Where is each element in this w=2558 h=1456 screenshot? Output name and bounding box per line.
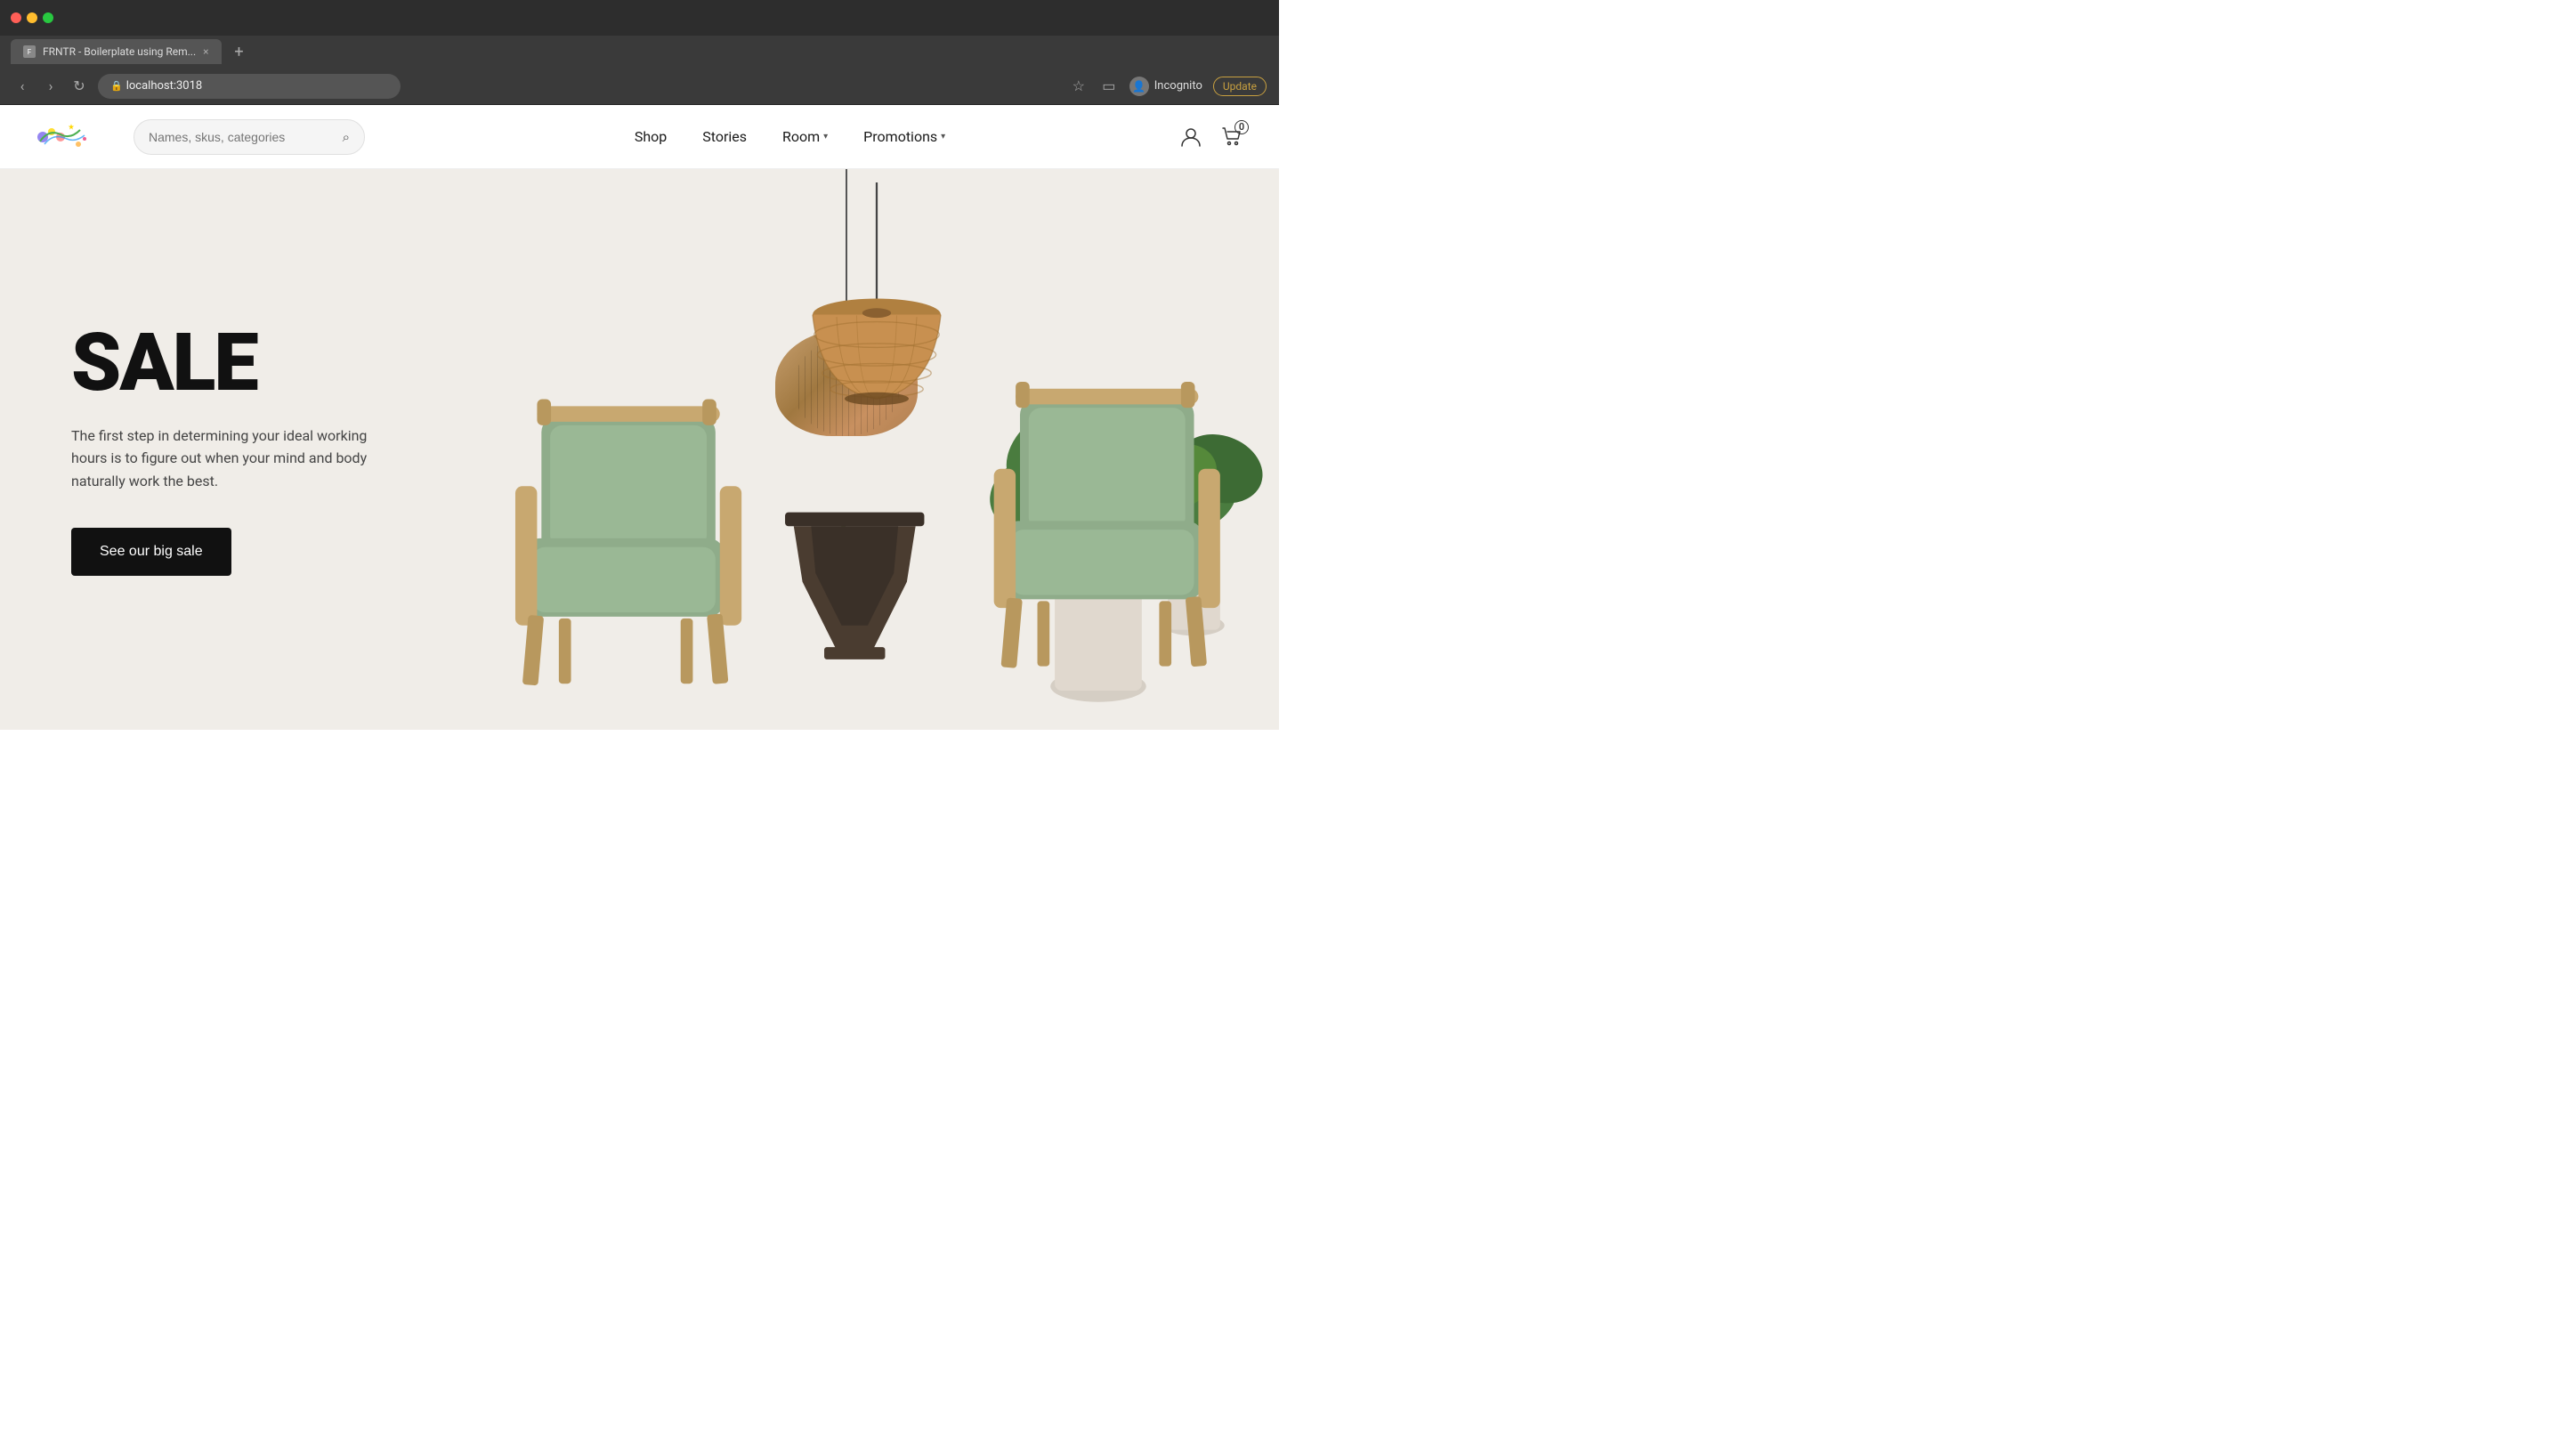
nav-shop[interactable]: Shop [635, 128, 667, 145]
incognito-button[interactable]: 👤 Incognito [1129, 77, 1202, 96]
hero-subtitle: The first step in determining your ideal… [71, 425, 374, 493]
furniture-scene [448, 169, 1279, 730]
tab-title: FRNTR - Boilerplate using Rem... [43, 45, 196, 58]
hero-title: SALE [71, 323, 374, 403]
nav-actions: 0 [1179, 125, 1243, 149]
nav-links: Shop Stories Room ▾ Promotions ▾ [401, 128, 1179, 145]
side-table [785, 513, 924, 659]
hero-image [448, 169, 1279, 730]
site-navigation: ⌕ Shop Stories Room ▾ Promotions ▾ [0, 105, 1279, 169]
forward-button[interactable]: › [41, 77, 61, 96]
incognito-label: Incognito [1154, 79, 1202, 93]
maximize-window-button[interactable] [43, 12, 53, 23]
promotions-dropdown-arrow: ▾ [941, 132, 945, 142]
update-button[interactable]: Update [1213, 77, 1267, 96]
address-bar: ‹ › ↻ 🔒 localhost:3018 ☆ ▭ 👤 Incognito U… [0, 68, 1279, 105]
site-logo[interactable] [36, 119, 107, 155]
close-window-button[interactable] [11, 12, 21, 23]
website-content: ⌕ Shop Stories Room ▾ Promotions ▾ [0, 105, 1279, 730]
search-bar[interactable]: ⌕ [134, 119, 365, 155]
logo-graphic [36, 119, 89, 155]
tab-favicon: F [23, 45, 36, 58]
hero-content: SALE The first step in determining your … [0, 270, 445, 630]
account-icon [1179, 125, 1202, 149]
chair-left [515, 400, 741, 686]
search-icon: ⌕ [343, 129, 350, 145]
active-tab[interactable]: F FRNTR - Boilerplate using Rem... × [11, 39, 222, 64]
incognito-icon: 👤 [1129, 77, 1149, 96]
hero-section: SALE The first step in determining your … [0, 169, 1279, 730]
room-dropdown-arrow: ▾ [823, 132, 828, 142]
nav-stories[interactable]: Stories [702, 128, 747, 145]
bookmark-button[interactable]: ☆ [1069, 77, 1089, 96]
back-button[interactable]: ‹ [12, 77, 32, 96]
pendant-lamp-svg [797, 169, 957, 436]
lock-icon: 🔒 [110, 80, 123, 92]
new-tab-button[interactable]: + [229, 41, 250, 62]
traffic-lights [11, 12, 53, 23]
sidebar-button[interactable]: ▭ [1099, 77, 1119, 96]
url-text: localhost:3018 [126, 79, 203, 93]
cart-button[interactable]: 0 [1220, 125, 1243, 149]
hero-cta-button[interactable]: See our big sale [71, 528, 231, 576]
browser-title-bar [0, 0, 1279, 36]
account-button[interactable] [1179, 125, 1202, 149]
minimize-window-button[interactable] [27, 12, 37, 23]
address-input[interactable]: 🔒 localhost:3018 [98, 74, 401, 99]
cart-badge: 0 [1234, 120, 1249, 134]
tab-close-button[interactable]: × [203, 45, 208, 58]
tab-bar: F FRNTR - Boilerplate using Rem... × + [0, 36, 1279, 68]
nav-room[interactable]: Room ▾ [782, 128, 828, 145]
search-input[interactable] [149, 130, 336, 144]
refresh-button[interactable]: ↻ [69, 77, 89, 96]
nav-promotions[interactable]: Promotions ▾ [863, 128, 945, 145]
browser-actions: ☆ ▭ 👤 Incognito Update [1069, 77, 1267, 96]
